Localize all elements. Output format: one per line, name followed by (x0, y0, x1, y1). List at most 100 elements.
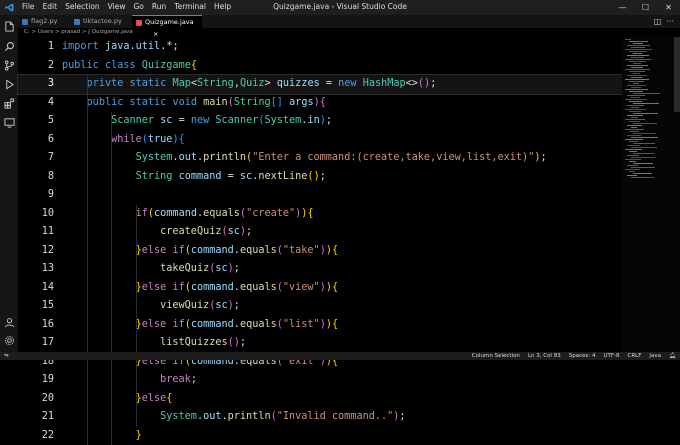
code-text: import java.util.*; (62, 38, 179, 57)
vscode-logo-icon (5, 3, 14, 12)
tab-quizgame[interactable]: Quizgame.java × (132, 15, 202, 28)
minimap-line (633, 43, 643, 44)
line-number: 16 (18, 316, 54, 335)
extensions-icon[interactable] (4, 98, 15, 109)
minimap-line (627, 125, 642, 126)
indent-guide (87, 75, 88, 445)
minimap-line (629, 171, 635, 172)
code-line[interactable]: 22 } (18, 427, 622, 445)
minimap-line (625, 59, 651, 60)
code-line[interactable]: 4 public static void main(String[] args)… (18, 94, 622, 113)
menu-edit[interactable]: Edit (43, 2, 58, 11)
minimap-line (631, 117, 638, 118)
menu-file[interactable]: File (22, 2, 35, 11)
code-line[interactable]: 5 Scanner sc = new Scanner(System.in); (18, 112, 622, 131)
line-number: 9 (18, 186, 54, 205)
status-item[interactable]: Java (649, 352, 661, 360)
code-text: System.out.println("Invalid command.."); (62, 408, 406, 427)
code-text: }else if(command.equals("take")){ (62, 242, 338, 261)
maximize-button[interactable]: ☐ (634, 0, 657, 15)
menu-help[interactable]: Help (214, 2, 231, 11)
line-number: 14 (18, 279, 54, 298)
code-line[interactable]: 3 privte static Map<String,Quiz> quizzes… (18, 75, 622, 94)
python-file-icon (74, 19, 80, 25)
code-line[interactable]: 20 }else{ (18, 390, 622, 409)
menu-view[interactable]: View (108, 2, 126, 11)
menu-go[interactable]: Go (133, 2, 143, 11)
code-text: createQuiz(sc); (62, 223, 252, 242)
minimap-line (633, 153, 654, 154)
minimap-line (633, 103, 659, 104)
notifications-icon[interactable]: 🔔︎ (669, 352, 676, 360)
minimap-line (627, 135, 641, 136)
code-line[interactable]: 21 System.out.println("Invalid command..… (18, 408, 622, 427)
status-item[interactable]: Ln 3, Col 83 (528, 352, 561, 360)
minimap-line (631, 67, 643, 68)
menu-run[interactable]: Run (152, 2, 166, 11)
line-number: 1 (18, 38, 54, 57)
status-item[interactable]: Column Selection (472, 352, 520, 360)
editor-actions: ◫ ··· (654, 15, 674, 28)
more-actions-icon[interactable]: ··· (666, 17, 674, 26)
code-text: Scanner sc = new Scanner(System.in); (62, 112, 332, 131)
minimap[interactable] (622, 37, 680, 352)
minimap-line (631, 77, 642, 78)
minimap-line (627, 95, 645, 96)
account-icon[interactable] (4, 317, 15, 328)
minimap-line (625, 99, 647, 100)
vertical-scrollbar[interactable] (674, 37, 680, 112)
code-line[interactable]: 13 takeQuiz(sc); (18, 260, 622, 279)
code-line[interactable]: 16 }else if(command.equals("list")){ (18, 316, 622, 335)
minimize-button[interactable]: — (611, 0, 634, 15)
minimap-line (625, 159, 641, 160)
explorer-icon[interactable] (4, 21, 15, 32)
minimap-line (633, 173, 652, 174)
minimap-line (631, 47, 645, 48)
minimap-line (631, 97, 640, 98)
code-line[interactable]: 2public class Quizgame{ (18, 57, 622, 76)
code-line[interactable]: 14 }else if(command.equals("view")){ (18, 279, 622, 298)
minimap-line (633, 143, 655, 144)
search-icon[interactable] (4, 41, 15, 52)
split-editor-icon[interactable]: ◫ (654, 17, 662, 26)
code-line[interactable]: 7 System.out.println("Enter a command:(c… (18, 149, 622, 168)
minimap-line (625, 109, 646, 110)
menu-selection[interactable]: Selection (65, 2, 100, 11)
code-line[interactable]: 15 viewQuiz(sc); (18, 297, 622, 316)
breadcrumb[interactable]: C: > Users > prasad > J Quizgame.java (18, 28, 680, 37)
menu-terminal[interactable]: Terminal (174, 2, 206, 11)
remote-explorer-icon[interactable] (4, 117, 15, 128)
minimap-line (627, 105, 644, 106)
status-item[interactable]: CRLF (628, 352, 642, 360)
minimap-line (629, 61, 646, 62)
source-control-icon[interactable] (4, 60, 15, 71)
minimap-line (633, 73, 640, 74)
minimap-line (629, 151, 637, 152)
code-line[interactable]: 1 import java.util.*; (18, 38, 622, 57)
status-item[interactable]: Spaces: 4 (569, 352, 596, 360)
code-line[interactable]: 8 String command = sc.nextLine(); (18, 168, 622, 187)
code-text: public class Quizgame{ (62, 57, 197, 76)
close-window-button[interactable]: ✕ (657, 0, 680, 15)
minimap-line (627, 55, 649, 56)
code-line[interactable]: 6 while(true){ (18, 131, 622, 150)
minimap-line (625, 169, 640, 170)
code-line[interactable]: 10 if(command.equals("create")){ (18, 205, 622, 224)
line-number: 7 (18, 149, 54, 168)
code-editor[interactable]: 1 import java.util.*;2public class Quizga… (18, 37, 622, 352)
run-debug-icon[interactable] (4, 79, 15, 90)
status-item[interactable]: UTF-8 (603, 352, 619, 360)
editor-tabs: flag2.py tiktactoe.py Quizgame.java × ◫ … (18, 15, 680, 28)
code-line[interactable]: 19 break; (18, 371, 622, 390)
line-number: 5 (18, 112, 54, 131)
code-line[interactable]: 12 }else if(command.equals("take")){ (18, 242, 622, 261)
remote-indicator-icon[interactable]: ⇋ (4, 352, 9, 360)
code-line[interactable]: 11 createQuiz(sc); (18, 223, 622, 242)
minimap-line (631, 87, 641, 88)
minimap-line (629, 81, 644, 82)
minimap-line (631, 107, 639, 108)
code-line[interactable]: 9 (18, 186, 622, 205)
code-line[interactable]: 17 listQuizzes(); (18, 334, 622, 353)
settings-gear-icon[interactable] (4, 335, 15, 346)
code-text: System.out.println("Enter a command:(cre… (62, 149, 547, 168)
